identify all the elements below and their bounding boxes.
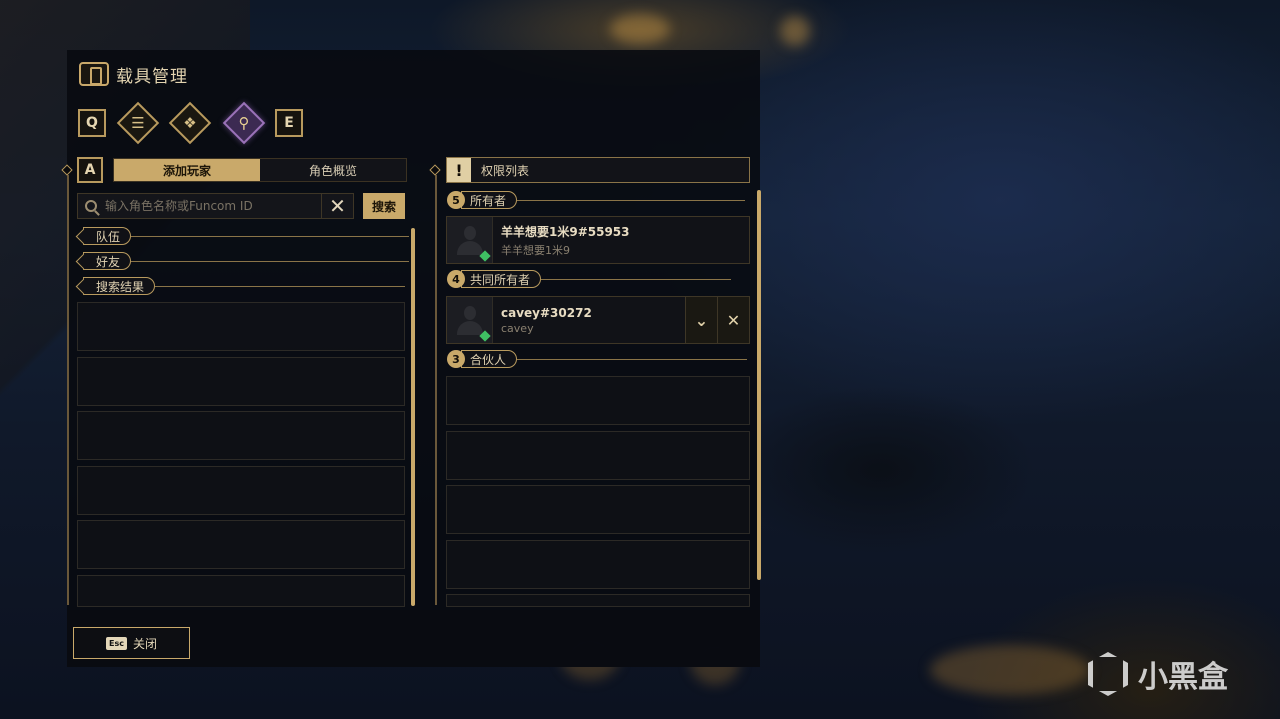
group-partner-header: 3 合伙人 (447, 350, 748, 368)
background-light (780, 16, 810, 46)
close-icon: ✕ (726, 310, 741, 330)
list-icon: ☰ (131, 114, 145, 132)
coowner-label: 共同所有者 (461, 270, 542, 288)
member-name: 羊羊想要1米9#55953 (501, 224, 630, 239)
watermark-text: 小黑盒 (1138, 660, 1228, 695)
esc-key-icon: Esc (106, 636, 127, 650)
right-rail (435, 175, 437, 605)
section-label: 搜索结果 (83, 277, 156, 295)
background-light (930, 645, 1090, 695)
coowner-count: 4 (447, 270, 465, 288)
divider (155, 285, 406, 287)
divider (517, 199, 746, 201)
section-label: 好友 (83, 252, 132, 270)
section-search-results: 搜索结果 (83, 277, 406, 295)
member-character-name: cavey (501, 321, 534, 335)
tab-character-overview[interactable]: 角色概览 (260, 159, 406, 181)
section-label: 队伍 (83, 227, 132, 245)
watermark: 小黑盒 (1088, 652, 1228, 696)
partner-label: 合伙人 (461, 350, 518, 368)
chevron-down-icon: ⌄ (694, 310, 709, 330)
partner-count: 3 (447, 350, 465, 368)
owner-label: 所有者 (461, 191, 518, 209)
divider (517, 358, 748, 360)
tab-add-player[interactable]: 添加玩家 (114, 159, 260, 181)
avatar (447, 297, 493, 343)
group-coowner-header: 4 共同所有者 (447, 270, 732, 288)
demote-button[interactable]: ⌄ (685, 297, 717, 343)
divider (131, 260, 410, 262)
next-tab-key[interactable]: E (275, 109, 303, 137)
owner-count: 5 (447, 191, 465, 209)
warning-icon: ! (447, 158, 471, 182)
left-panel-key[interactable]: A (77, 157, 103, 183)
search-icon (85, 200, 97, 212)
search-result-slot (77, 466, 405, 515)
search-button[interactable]: 搜索 (363, 193, 405, 219)
member-row-coowner[interactable]: cavey#30272 cavey ⌄ ✕ (446, 296, 750, 344)
group-owner-header: 5 所有者 (447, 191, 746, 209)
search-result-slot (77, 575, 405, 607)
partner-slot (446, 485, 750, 534)
permission-list-header: ! 权限列表 (446, 157, 750, 183)
divider (131, 235, 410, 237)
partner-slot (446, 594, 750, 607)
member-row-owner[interactable]: 羊羊想要1米9#55953 羊羊想要1米9 (446, 216, 750, 264)
player-tabs: 添加玩家 角色概览 (113, 158, 407, 182)
member-name: cavey#30272 (501, 305, 592, 320)
vehicle-management-icon (79, 62, 109, 86)
right-scrollbar[interactable] (757, 190, 761, 580)
member-character-name: 羊羊想要1米9 (501, 243, 570, 257)
background-light (610, 14, 670, 44)
permission-list-title: 权限列表 (481, 163, 530, 178)
close-label: 关闭 (132, 636, 157, 651)
cubes-icon: ❖ (183, 114, 197, 132)
partner-slot (446, 540, 750, 589)
section-friends[interactable]: 好友 (83, 252, 410, 270)
search-result-slot (77, 302, 405, 351)
search-input[interactable] (97, 194, 321, 218)
xiaoheihe-logo-icon (1088, 652, 1128, 696)
search-result-slot (77, 520, 405, 569)
left-scrollbar[interactable] (411, 228, 415, 606)
clear-search-button[interactable]: ✕ (321, 194, 353, 218)
partner-slot (446, 376, 750, 425)
key-icon: ⚲ (238, 114, 250, 132)
avatar (447, 217, 493, 263)
search-result-slot (77, 357, 405, 406)
search-result-slot (77, 411, 405, 460)
left-rail (67, 175, 69, 605)
divider (541, 278, 732, 280)
partner-slot (446, 431, 750, 480)
remove-member-button[interactable]: ✕ (717, 297, 749, 343)
search-bar: ✕ (77, 193, 354, 219)
page-title: 载具管理 (116, 67, 188, 87)
section-team[interactable]: 队伍 (83, 227, 410, 245)
prev-tab-key[interactable]: Q (78, 109, 106, 137)
close-button[interactable]: Esc 关闭 (73, 627, 190, 659)
